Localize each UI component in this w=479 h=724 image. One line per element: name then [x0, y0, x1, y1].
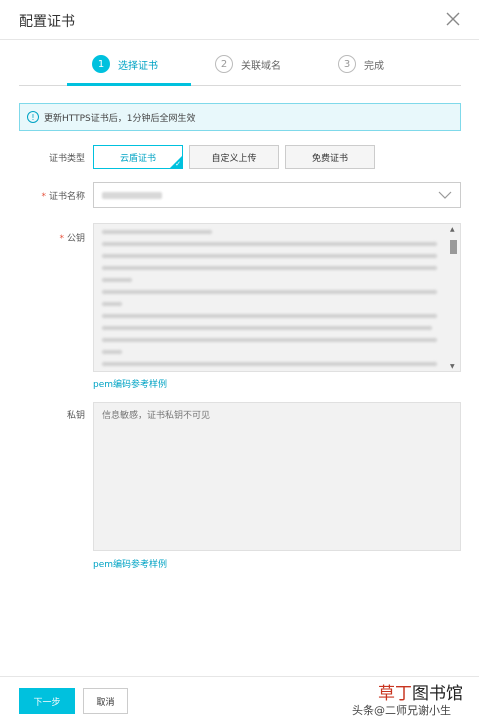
chevron-down-icon	[438, 191, 452, 199]
step-2: 2 关联域名	[215, 54, 281, 74]
step-2-number: 2	[215, 55, 233, 73]
info-icon: !	[27, 111, 39, 123]
watermark-author: 头条@二师兄谢小生	[352, 704, 451, 717]
notice-text: 更新HTTPS证书后，1分钟后全网生效	[44, 113, 196, 124]
pem-sample-link-1[interactable]: pem编码参考样例	[93, 377, 167, 390]
cert-name-label: * 证书名称	[41, 192, 85, 202]
key-text-line	[102, 350, 122, 354]
next-step-button[interactable]: 下一步	[19, 688, 75, 714]
key-text-line	[102, 278, 132, 282]
dialog-title: 配置证书	[19, 14, 75, 30]
public-key-textarea[interactable]: ▲ ▼	[93, 223, 461, 372]
cert-type-custom-label: 自定义上传	[211, 153, 257, 164]
info-notice: ! 更新HTTPS证书后，1分钟后全网生效	[19, 103, 461, 131]
scrollbar-thumb[interactable]	[450, 240, 457, 254]
key-text-line	[102, 254, 437, 258]
key-text-line	[102, 362, 437, 366]
key-text-line	[102, 290, 437, 294]
step-1-number: 1	[92, 55, 110, 73]
key-text-line	[102, 326, 432, 330]
cert-type-cloud-button[interactable]: 云盾证书 ✓	[93, 145, 183, 169]
pem-sample-link-2[interactable]: pem编码参考样例	[93, 557, 167, 570]
check-icon: ✓	[175, 160, 181, 168]
public-key-label: * 公钥	[59, 234, 85, 244]
key-text-line	[102, 242, 437, 246]
private-key-label: 私钥	[66, 411, 85, 421]
step-1-label: 选择证书	[118, 60, 158, 72]
step-3-number: 3	[338, 55, 356, 73]
scrollbar[interactable]: ▲ ▼	[449, 226, 458, 370]
step-3-label: 完成	[364, 60, 384, 72]
cancel-button[interactable]: 取消	[83, 688, 128, 714]
key-text-line	[102, 314, 437, 318]
key-text-line	[102, 230, 212, 234]
scroll-down-icon[interactable]: ▼	[450, 363, 455, 370]
active-step-underline	[67, 83, 191, 86]
cert-type-free-button[interactable]: 免费证书	[285, 145, 375, 169]
cert-name-value-blurred	[102, 191, 162, 199]
step-2-label: 关联域名	[241, 60, 281, 72]
cert-type-cloud-label: 云盾证书	[119, 153, 156, 164]
cert-name-select[interactable]	[93, 182, 461, 208]
cert-type-free-label: 免费证书	[311, 153, 348, 164]
step-1: 1 选择证书	[92, 54, 158, 74]
private-key-textarea[interactable]	[93, 402, 461, 551]
cert-type-custom-button[interactable]: 自定义上传	[189, 145, 279, 169]
key-text-line	[102, 266, 437, 270]
key-text-line	[102, 302, 122, 306]
dialog-header: 配置证书	[0, 0, 479, 40]
cert-type-label: 证书类型	[48, 154, 85, 164]
required-mark: *	[59, 234, 64, 244]
required-mark: *	[41, 192, 46, 202]
step-3: 3 完成	[338, 54, 384, 74]
close-icon[interactable]	[445, 11, 461, 27]
scroll-up-icon[interactable]: ▲	[450, 226, 455, 233]
watermark-brand: 草丁图书馆	[378, 684, 463, 704]
step-indicator: 1 选择证书 2 关联域名 3 完成	[19, 50, 461, 86]
key-text-line	[102, 338, 437, 342]
